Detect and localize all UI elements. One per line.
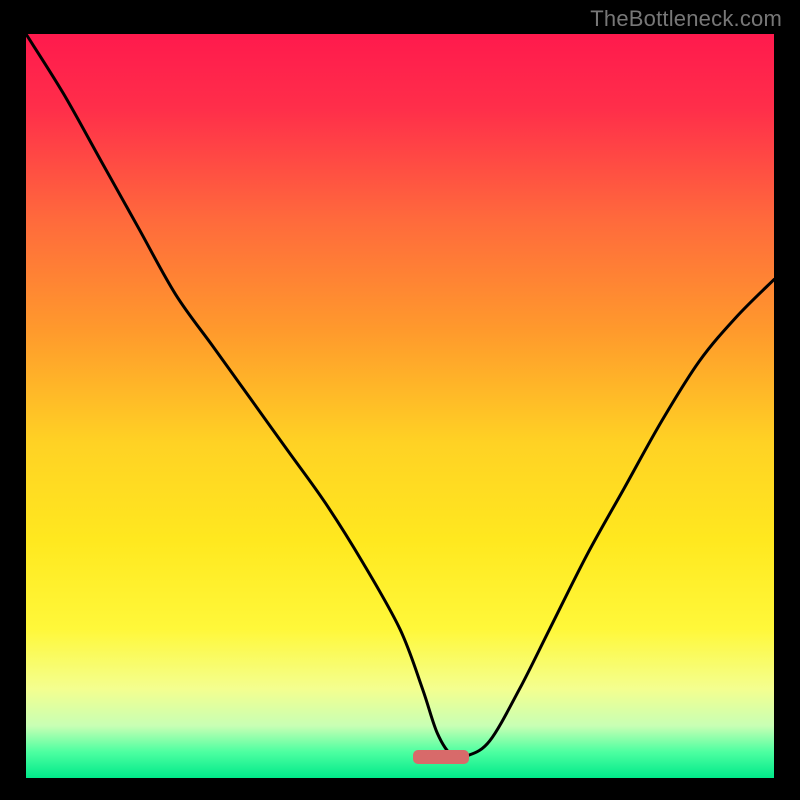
frame: TheBottleneck.com — [0, 0, 800, 800]
plot-area — [26, 34, 774, 778]
optimal-marker — [413, 750, 469, 764]
watermark-text: TheBottleneck.com — [590, 6, 782, 32]
bottleneck-curve — [26, 34, 774, 778]
